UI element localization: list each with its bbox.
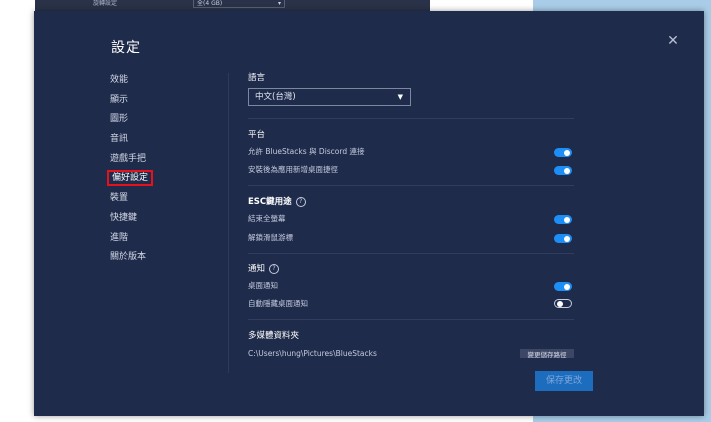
auto-hide-notifications-toggle[interactable] <box>554 299 572 308</box>
nav-item-graphics[interactable]: 圖形 <box>110 112 150 132</box>
nav-item-label: 快捷鍵 <box>110 212 138 223</box>
language-select[interactable]: 中文(台灣) ▼ <box>248 88 411 106</box>
nav-item-performance[interactable]: 效能 <box>110 73 150 93</box>
desktop-shortcut-label: 安裝後為應用新增桌面捷徑 <box>248 165 338 174</box>
notifications-heading-text: 通知 <box>248 264 266 274</box>
dialog-title: 設定 <box>111 40 141 56</box>
nav-item-audio[interactable]: 音訊 <box>110 132 150 152</box>
notifications-heading: 通知? <box>248 262 280 274</box>
media-folder-heading: 多媒體資料夾 <box>248 331 300 341</box>
auto-hide-notifications-label: 自動隱藏桌面通知 <box>248 299 308 308</box>
exit-fullscreen-label: 結束全螢幕 <box>248 214 286 223</box>
language-heading: 語言 <box>248 73 266 83</box>
help-icon[interactable]: ? <box>269 263 280 274</box>
esc-heading: ESC鍵用途? <box>248 195 306 207</box>
discord-connect-label: 允許 BlueStacks 與 Discord 連接 <box>248 147 365 156</box>
nav-item-label: 圖形 <box>110 114 129 125</box>
unlock-cursor-toggle[interactable] <box>554 234 572 243</box>
nav-item-label: 音訊 <box>110 134 129 145</box>
chevron-down-icon: ▾ <box>277 0 281 7</box>
preferences-content[interactable]: 語言 中文(台灣) ▼ 平台 允許 BlueStacks 與 Discord 連… <box>248 71 578 358</box>
nav-item-label: 遊戲手把 <box>110 153 147 164</box>
settings-dialog: 設定 ✕ 效能 顯示 圖形 音訊 遊戲手把 偏好設定 裝置 快捷鍵 進階 關於版… <box>34 11 704 416</box>
section-divider <box>248 118 574 119</box>
nav-item-shortcuts[interactable]: 快捷鍵 <box>110 211 150 231</box>
nav-item-label: 偏好設定 <box>106 170 154 187</box>
nav-item-preferences[interactable]: 偏好設定 <box>106 170 154 191</box>
nav-item-label: 裝置 <box>110 193 129 204</box>
platform-heading: 平台 <box>248 130 266 140</box>
nav-item-label: 進階 <box>110 232 129 243</box>
desktop-notifications-label: 桌面通知 <box>248 281 278 290</box>
language-select-value: 中文(台灣) <box>255 92 296 102</box>
nav-item-label: 顯示 <box>110 94 129 105</box>
settings-nav: 效能 顯示 圖形 音訊 遊戲手把 偏好設定 裝置 快捷鍵 進階 關於版本 <box>106 73 154 270</box>
nav-item-display[interactable]: 顯示 <box>110 93 150 113</box>
caret-down-icon: ▼ <box>397 93 403 101</box>
save-changes-button[interactable]: 保存更改 <box>535 371 593 391</box>
nav-item-advanced[interactable]: 進階 <box>110 231 150 251</box>
nav-item-gamepad[interactable]: 遊戲手把 <box>110 152 150 172</box>
esc-heading-text: ESC鍵用途 <box>248 197 292 207</box>
change-path-button[interactable]: 變更儲存路徑 <box>520 349 574 358</box>
background-top-label: 旋轉設定 <box>93 0 118 7</box>
nav-item-device[interactable]: 裝置 <box>110 191 150 211</box>
nav-item-label: 效能 <box>110 75 129 85</box>
nav-item-label: 關於版本 <box>110 252 147 263</box>
section-divider <box>248 253 574 254</box>
close-icon[interactable]: ✕ <box>666 34 680 48</box>
nav-item-about[interactable]: 關於版本 <box>110 250 150 270</box>
desktop-shortcut-toggle[interactable] <box>554 166 572 175</box>
media-folder-path: C:\Users\hung\Pictures\BlueStacks <box>248 349 377 358</box>
desktop-notifications-toggle[interactable] <box>554 282 572 291</box>
background-top-select-value: 全(4 GB) <box>197 0 223 7</box>
background-top-select: 全(4 GB) ▾ <box>193 0 285 8</box>
help-icon[interactable]: ? <box>295 196 306 207</box>
unlock-cursor-label: 解鎖滑鼠游標 <box>248 233 293 242</box>
section-divider <box>248 319 574 320</box>
exit-fullscreen-toggle[interactable] <box>554 215 572 224</box>
nav-divider <box>228 73 229 373</box>
section-divider <box>248 185 574 186</box>
discord-connect-toggle[interactable] <box>554 148 572 157</box>
